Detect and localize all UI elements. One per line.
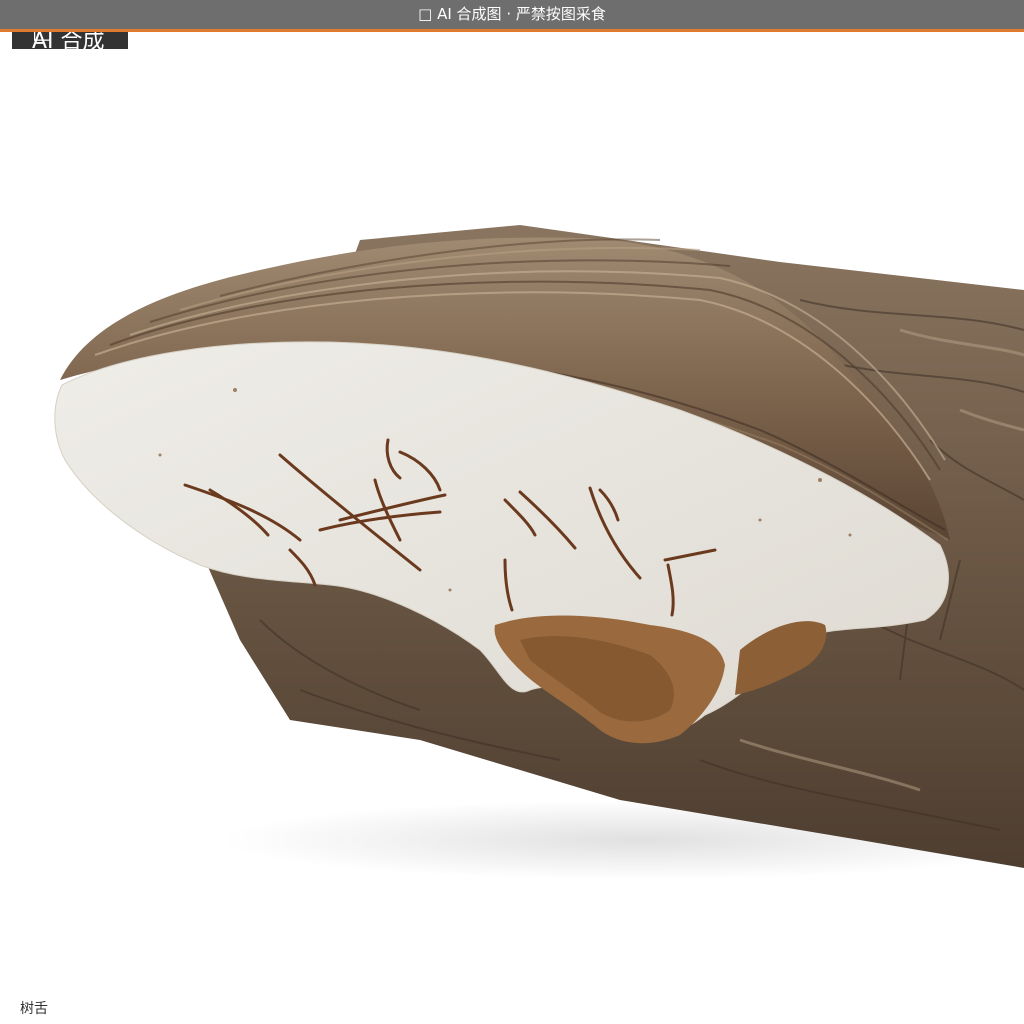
species-caption: 树舌: [20, 1001, 48, 1017]
banner-text: AI 合成图 · 严禁按图采食: [437, 5, 606, 23]
banner-glyph-icon: □: [418, 5, 433, 23]
page: □ AI 合成图 · 严禁按图采食 □ AI 合成 树舌: [0, 0, 1024, 1024]
ai-badge: □ AI 合成: [12, 29, 128, 49]
mushroom-photo: [54, 225, 1024, 880]
banner-divider: [0, 29, 1024, 32]
badge-text: AI 合成: [32, 29, 105, 50]
ai-warning-banner: □ AI 合成图 · 严禁按图采食: [0, 0, 1024, 29]
